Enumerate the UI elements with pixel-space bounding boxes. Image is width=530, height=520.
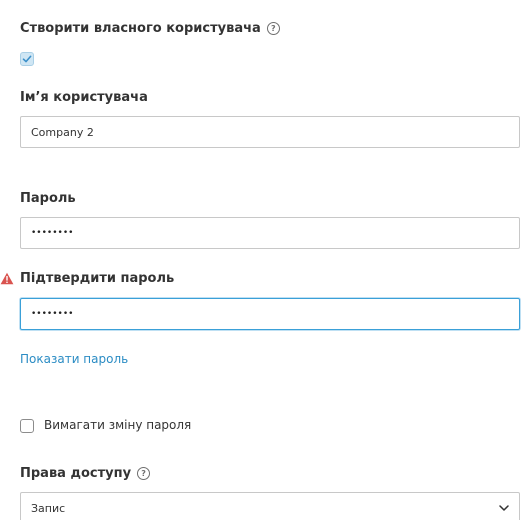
warning-triangle-icon [0,272,14,285]
chevron-down-icon [499,505,509,511]
custom-user-label: Створити власного користувача [20,21,261,36]
password-value: •••••••• [31,228,74,238]
question-circle-icon[interactable]: ? [137,467,151,480]
access-rights-heading: Права доступу ? [20,466,151,481]
confirm-password-input[interactable]: •••••••• [20,298,520,330]
password-label-text: Пароль [20,191,76,206]
username-label-text: Ім’я користувача [20,90,148,105]
require-change-checkbox[interactable] [20,419,34,433]
username-input[interactable]: Company 2 [20,116,520,148]
custom-user-heading: Створити власного користувача ? [20,21,280,36]
username-value: Company 2 [31,125,94,139]
show-password-link[interactable]: Показати пароль [20,352,128,366]
access-rights-select[interactable]: Запис [20,492,520,520]
checkmark-icon [22,55,32,63]
username-label: Ім’я користувача [20,90,148,105]
password-label: Пароль [20,191,76,206]
confirm-password-value: •••••••• [31,309,74,319]
create-user-form: Створити власного користувача ? Ім’я кор… [0,0,530,520]
question-circle-icon[interactable]: ? [266,22,280,35]
access-rights-label: Права доступу [20,466,132,481]
confirm-password-label-text: Підтвердити пароль [20,271,175,286]
confirm-password-label: Підтвердити пароль [20,271,174,286]
password-input[interactable]: •••••••• [20,217,520,249]
access-rights-selected: Запис [31,501,66,515]
require-change-label: Вимагати зміну пароля [44,418,192,432]
custom-user-checkbox[interactable] [20,52,34,66]
